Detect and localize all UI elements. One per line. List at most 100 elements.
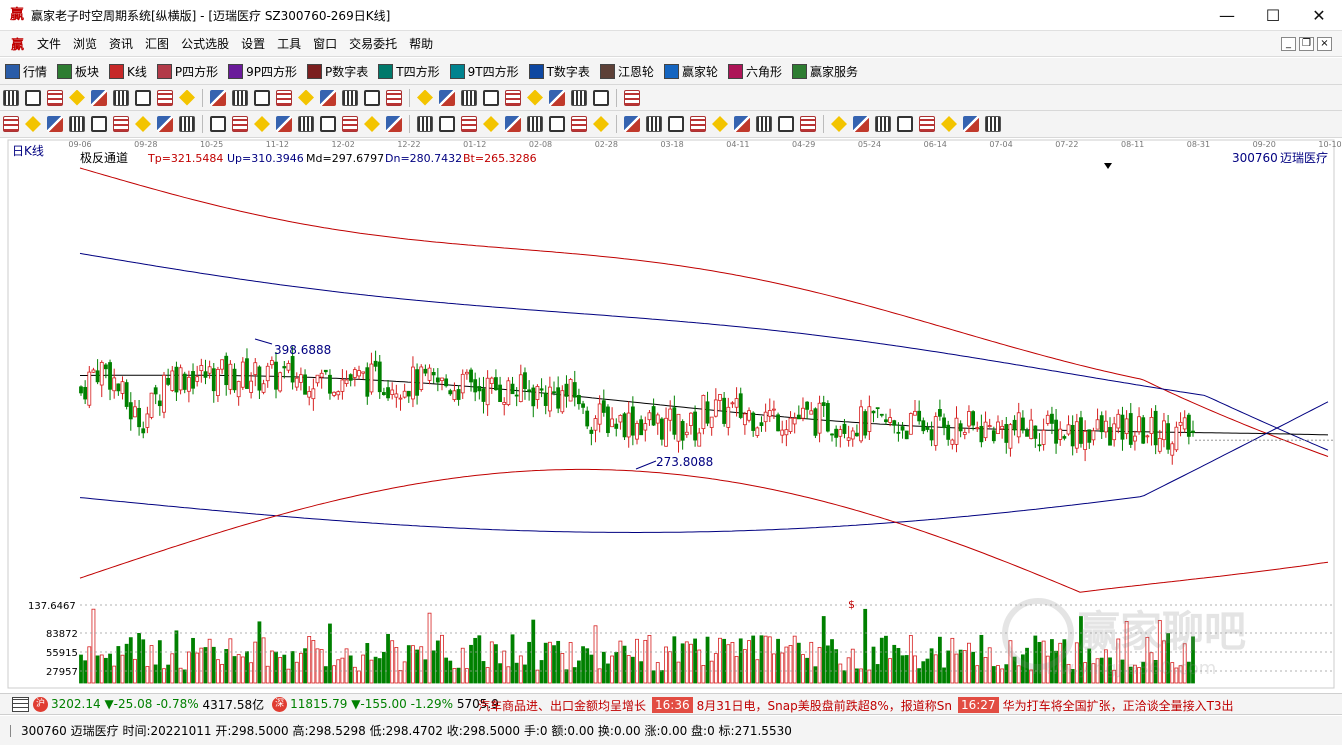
menu-settings[interactable]: 设置: [235, 35, 271, 52]
analysis-tool-icon[interactable]: [897, 116, 913, 132]
ticker-grid-icon[interactable]: [12, 696, 29, 712]
analysis-tool-icon[interactable]: [276, 116, 292, 132]
analysis-tool-icon[interactable]: [646, 116, 662, 132]
analysis-tool-icon[interactable]: [919, 116, 935, 132]
chart-canvas[interactable]: 09-06 09-28 10-25 11-12 12-02 12-22 01-12 02-08…: [0, 138, 1342, 691]
drawing-tool-icon[interactable]: [505, 89, 521, 106]
toolbar-btn-tn[interactable]: T数字表: [526, 60, 595, 82]
drawing-tool-icon[interactable]: [593, 89, 609, 106]
analysis-tool-icon[interactable]: [91, 116, 107, 132]
analysis-tool-icon[interactable]: [756, 116, 772, 132]
analysis-tool-icon[interactable]: [624, 116, 640, 132]
drawing-tool-icon[interactable]: [69, 89, 85, 106]
toolbar-btn-grid[interactable]: 行情: [2, 60, 52, 82]
drawing-tool-icon[interactable]: [624, 89, 640, 106]
drawing-tool-icon[interactable]: [179, 89, 195, 106]
analysis-tool-icon[interactable]: [210, 116, 226, 132]
analysis-tool-icon[interactable]: [47, 116, 63, 132]
menu-charts[interactable]: 汇图: [139, 35, 175, 52]
mdi-minimize-button[interactable]: _: [1281, 37, 1296, 51]
analysis-tool-icon[interactable]: [342, 116, 358, 132]
analysis-tool-icon[interactable]: [3, 116, 19, 132]
drawing-tool-icon[interactable]: [439, 89, 455, 106]
toolbar-btn-t9[interactable]: 9T四方形: [447, 60, 524, 82]
drawing-tool-icon[interactable]: [232, 89, 248, 106]
analysis-tool-icon[interactable]: [179, 116, 195, 132]
analysis-tool-icon[interactable]: [853, 116, 869, 132]
toolbar-btn-p9[interactable]: 9P四方形: [225, 60, 302, 82]
analysis-tool-icon[interactable]: [254, 116, 270, 132]
menu-browse[interactable]: 浏览: [67, 35, 103, 52]
mdi-restore-button[interactable]: ❐: [1299, 37, 1314, 51]
toolbar-btn-candles[interactable]: K线: [106, 60, 152, 82]
drawing-tool-icon[interactable]: [527, 89, 543, 106]
drawing-tool-icon[interactable]: [483, 89, 499, 106]
drawing-tool-icon[interactable]: [571, 89, 587, 106]
analysis-tool-icon[interactable]: [712, 116, 728, 132]
drawing-tool-icon[interactable]: [47, 89, 63, 106]
drawing-tool-icon[interactable]: [91, 89, 107, 106]
analysis-tool-icon[interactable]: [690, 116, 706, 132]
analysis-tool-icon[interactable]: [298, 116, 314, 132]
drawing-tool-icon[interactable]: [25, 89, 41, 106]
minimize-button[interactable]: —: [1204, 0, 1250, 31]
analysis-tool-icon[interactable]: [941, 116, 957, 132]
analysis-tool-icon[interactable]: [320, 116, 336, 132]
drawing-tool-icon[interactable]: [342, 89, 358, 106]
news-item[interactable]: 汽车商品进、出口金额均呈增长: [478, 697, 646, 714]
analysis-tool-icon[interactable]: [69, 116, 85, 132]
drawing-tool-icon[interactable]: [386, 89, 402, 106]
toolbar-btn-blocks[interactable]: 板块: [54, 60, 104, 82]
toolbar-btn-hexagon[interactable]: 六角形: [725, 60, 787, 82]
drawing-tool-icon[interactable]: [364, 89, 380, 106]
analysis-tool-icon[interactable]: [364, 116, 380, 132]
news-item[interactable]: 华为打车将全国扩张，正洽谈全量接入T3出: [1003, 697, 1234, 714]
analysis-tool-icon[interactable]: [135, 116, 151, 132]
analysis-tool-icon[interactable]: [505, 116, 521, 132]
analysis-tool-icon[interactable]: [831, 116, 847, 132]
analysis-tool-icon[interactable]: [386, 116, 402, 132]
analysis-tool-icon[interactable]: [571, 116, 587, 132]
drawing-tool-icon[interactable]: [461, 89, 477, 106]
drawing-tool-icon[interactable]: [276, 89, 292, 106]
analysis-tool-icon[interactable]: [800, 116, 816, 132]
menu-trading[interactable]: 交易委托: [343, 35, 403, 52]
menu-file[interactable]: 文件: [31, 35, 67, 52]
analysis-tool-icon[interactable]: [157, 116, 173, 132]
menu-formula-screener[interactable]: 公式选股: [175, 35, 235, 52]
toolbar-btn-winner-wheel[interactable]: 赢家轮: [661, 60, 723, 82]
drawing-tool-icon[interactable]: [320, 89, 336, 106]
analysis-tool-icon[interactable]: [985, 116, 1001, 132]
menu-help[interactable]: 帮助: [403, 35, 439, 52]
analysis-tool-icon[interactable]: [461, 116, 477, 132]
mdi-close-button[interactable]: ×: [1317, 37, 1332, 51]
toolbar-btn-dollar[interactable]: 赢家服务: [789, 60, 863, 82]
analysis-tool-icon[interactable]: [593, 116, 609, 132]
analysis-tool-icon[interactable]: [483, 116, 499, 132]
analysis-tool-icon[interactable]: [668, 116, 684, 132]
menu-info[interactable]: 资讯: [103, 35, 139, 52]
toolbar-btn-ts[interactable]: T四方形: [375, 60, 444, 82]
drawing-tool-icon[interactable]: [254, 89, 270, 106]
analysis-tool-icon[interactable]: [232, 116, 248, 132]
news-item[interactable]: 8月31日电，Snap美股盘前跌超8%，报道称Sn: [697, 697, 952, 714]
maximize-button[interactable]: ☐: [1250, 0, 1296, 31]
drawing-tool-icon[interactable]: [210, 89, 226, 106]
kline-chart[interactable]: 09-06 09-28 10-25 11-12 12-02 12-22 01-12 02-08…: [0, 138, 1342, 691]
analysis-tool-icon[interactable]: [527, 116, 543, 132]
toolbar-btn-ps[interactable]: P四方形: [154, 60, 223, 82]
toolbar-btn-gann-wheel[interactable]: 江恩轮: [597, 60, 659, 82]
analysis-tool-icon[interactable]: [439, 116, 455, 132]
drawing-tool-icon[interactable]: [3, 89, 19, 106]
close-button[interactable]: ✕: [1296, 0, 1342, 31]
analysis-tool-icon[interactable]: [549, 116, 565, 132]
drawing-tool-icon[interactable]: [135, 89, 151, 106]
analysis-tool-icon[interactable]: [963, 116, 979, 132]
analysis-tool-icon[interactable]: [25, 116, 41, 132]
analysis-tool-icon[interactable]: [734, 116, 750, 132]
news-scroller[interactable]: 汽车商品进、出口金额均呈增长 16:36 8月31日电，Snap美股盘前跌超8%…: [478, 694, 1342, 714]
drawing-tool-icon[interactable]: [157, 89, 173, 106]
drawing-tool-icon[interactable]: [298, 89, 314, 106]
analysis-tool-icon[interactable]: [778, 116, 794, 132]
menu-window[interactable]: 窗口: [307, 35, 343, 52]
